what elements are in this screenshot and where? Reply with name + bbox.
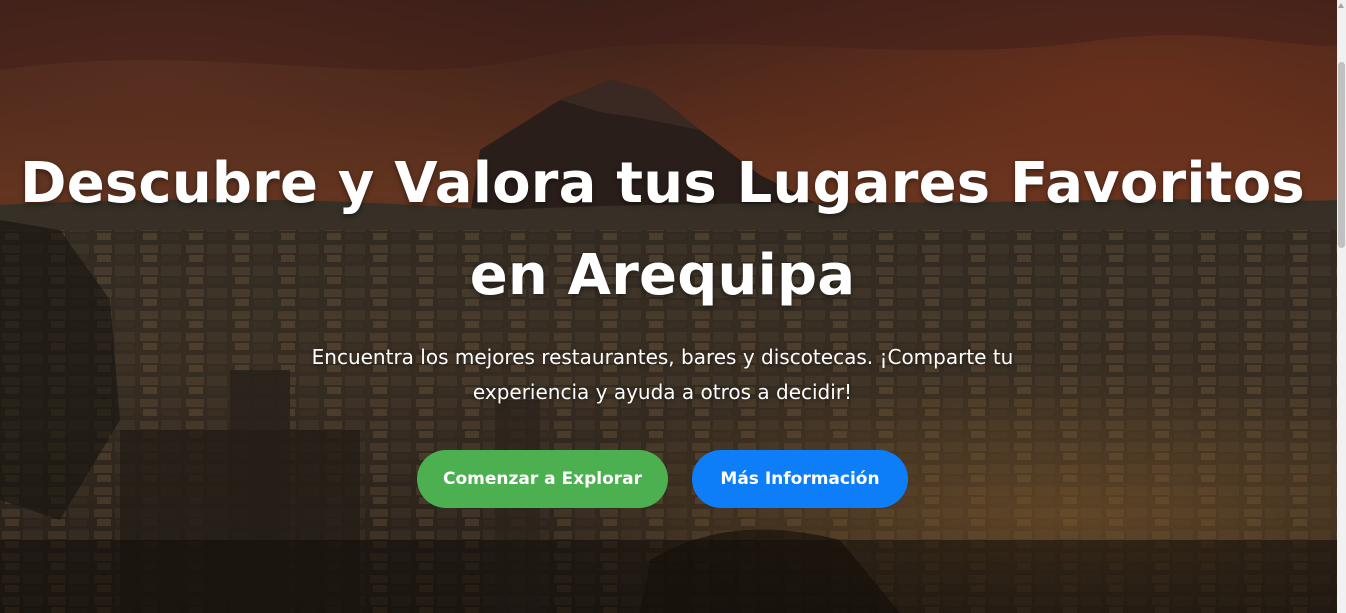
more-info-button[interactable]: Más Información [692,450,908,508]
vertical-scrollbar[interactable] [1337,0,1346,613]
hero-subtitle: Encuentra los mejores restaurantes, bare… [311,345,1014,404]
hero-content: Descubre y Valora tus Lugares Favoritos … [0,0,1337,613]
hero-section: Descubre y Valora tus Lugares Favoritos … [0,0,1337,613]
scrollbar-thumb[interactable] [1338,62,1345,248]
triangle-up-icon[interactable] [1338,3,1344,8]
start-exploring-button[interactable]: Comenzar a Explorar [417,450,668,508]
hero-title: Descubre y Valora tus Lugares Favoritos … [20,151,1305,308]
